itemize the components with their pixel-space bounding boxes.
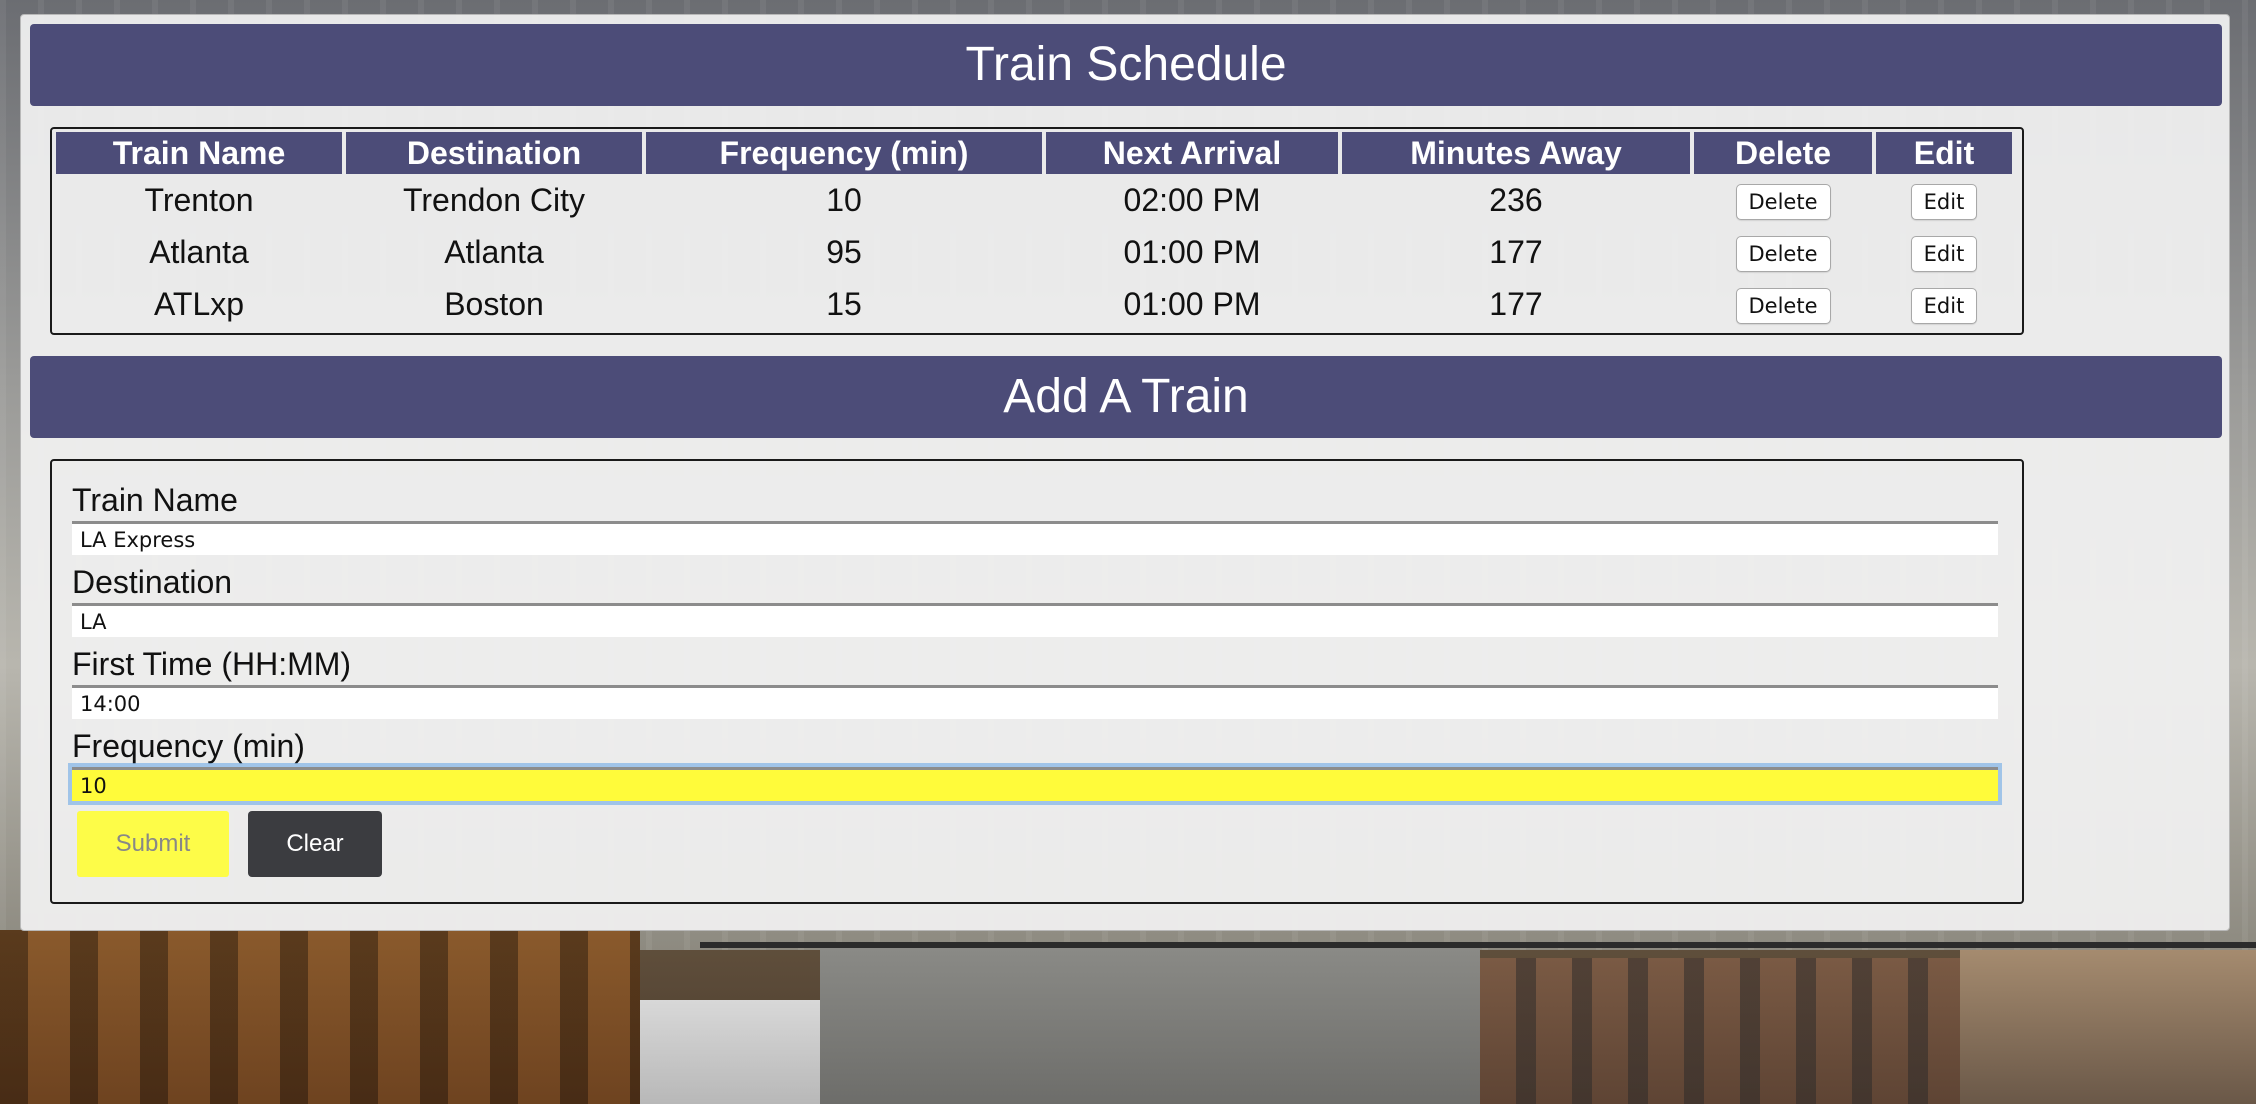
background-building xyxy=(820,948,1480,1104)
column-header-train-name: Train Name xyxy=(56,132,342,174)
cell-edit: Edit xyxy=(1876,174,2012,226)
cell-delete: Delete xyxy=(1694,278,1872,330)
clear-button[interactable]: Clear xyxy=(248,811,382,877)
cell-next-arrival: 01:00 PM xyxy=(1123,233,1261,270)
cell-frequency: 10 xyxy=(826,181,862,218)
add-train-banner: Add A Train xyxy=(30,356,2222,438)
column-header-frequency: Frequency (min) xyxy=(646,132,1042,174)
add-train-form: Train Name Destination First Time (HH:MM… xyxy=(50,459,2024,904)
first-time-input[interactable] xyxy=(72,685,1998,719)
cell-delete: Delete xyxy=(1694,174,1872,226)
edit-button[interactable]: Edit xyxy=(1910,288,1978,324)
cell-frequency: 15 xyxy=(826,285,862,322)
delete-button[interactable]: Delete xyxy=(1735,288,1831,324)
table-row: ATLxp Boston 15 01:00 PM 177 Delete Edit xyxy=(56,278,2012,330)
delete-button[interactable]: Delete xyxy=(1735,184,1831,220)
cell-train-name: ATLxp xyxy=(153,285,245,322)
background-brick-wall xyxy=(0,930,640,1104)
cell-destination: Atlanta xyxy=(444,233,544,270)
delete-button[interactable]: Delete xyxy=(1735,236,1831,272)
cell-minutes-away: 177 xyxy=(1489,233,1543,270)
table-header-row: Train Name Destination Frequency (min) N… xyxy=(56,132,2012,174)
train-name-input[interactable] xyxy=(72,521,1998,555)
destination-label: Destination xyxy=(72,564,233,600)
table-row: Trenton Trendon City 10 02:00 PM 236 Del… xyxy=(56,174,2012,226)
schedule-title: Train Schedule xyxy=(965,38,1287,91)
first-time-label: First Time (HH:MM) xyxy=(72,646,352,682)
cell-frequency: 95 xyxy=(826,233,862,270)
table-row: Atlanta Atlanta 95 01:00 PM 177 Delete E… xyxy=(56,226,2012,278)
cell-next-arrival: 01:00 PM xyxy=(1123,285,1261,322)
submit-button[interactable]: Submit xyxy=(77,811,229,877)
frequency-input[interactable] xyxy=(72,767,1998,801)
destination-input[interactable] xyxy=(72,603,1998,637)
cell-destination: Trendon City xyxy=(403,181,585,218)
column-header-next-arrival: Next Arrival xyxy=(1046,132,1338,174)
cell-minutes-away: 177 xyxy=(1489,285,1543,322)
cell-destination: Boston xyxy=(444,285,544,322)
cell-delete: Delete xyxy=(1694,226,1872,278)
cell-edit: Edit xyxy=(1876,278,2012,330)
column-header-delete: Delete xyxy=(1694,132,1872,174)
background-building-lit xyxy=(1960,950,2256,1104)
background-building-brick xyxy=(1480,958,1960,1104)
schedule-table: Train Name Destination Frequency (min) N… xyxy=(52,132,2016,330)
edit-button[interactable]: Edit xyxy=(1910,236,1978,272)
frequency-label: Frequency (min) xyxy=(72,728,305,764)
schedule-banner: Train Schedule xyxy=(30,24,2222,106)
cell-train-name: Atlanta xyxy=(149,233,249,270)
schedule-table-container: Train Name Destination Frequency (min) N… xyxy=(50,127,2024,335)
train-name-label: Train Name xyxy=(72,482,238,518)
column-header-edit: Edit xyxy=(1876,132,2012,174)
add-train-title: Add A Train xyxy=(1003,370,1249,423)
cell-edit: Edit xyxy=(1876,226,2012,278)
edit-button[interactable]: Edit xyxy=(1910,184,1978,220)
column-header-minutes-away: Minutes Away xyxy=(1342,132,1690,174)
cell-next-arrival: 02:00 PM xyxy=(1123,181,1261,218)
cell-train-name: Trenton xyxy=(144,181,254,218)
cell-minutes-away: 236 xyxy=(1489,181,1543,218)
column-header-destination: Destination xyxy=(346,132,642,174)
